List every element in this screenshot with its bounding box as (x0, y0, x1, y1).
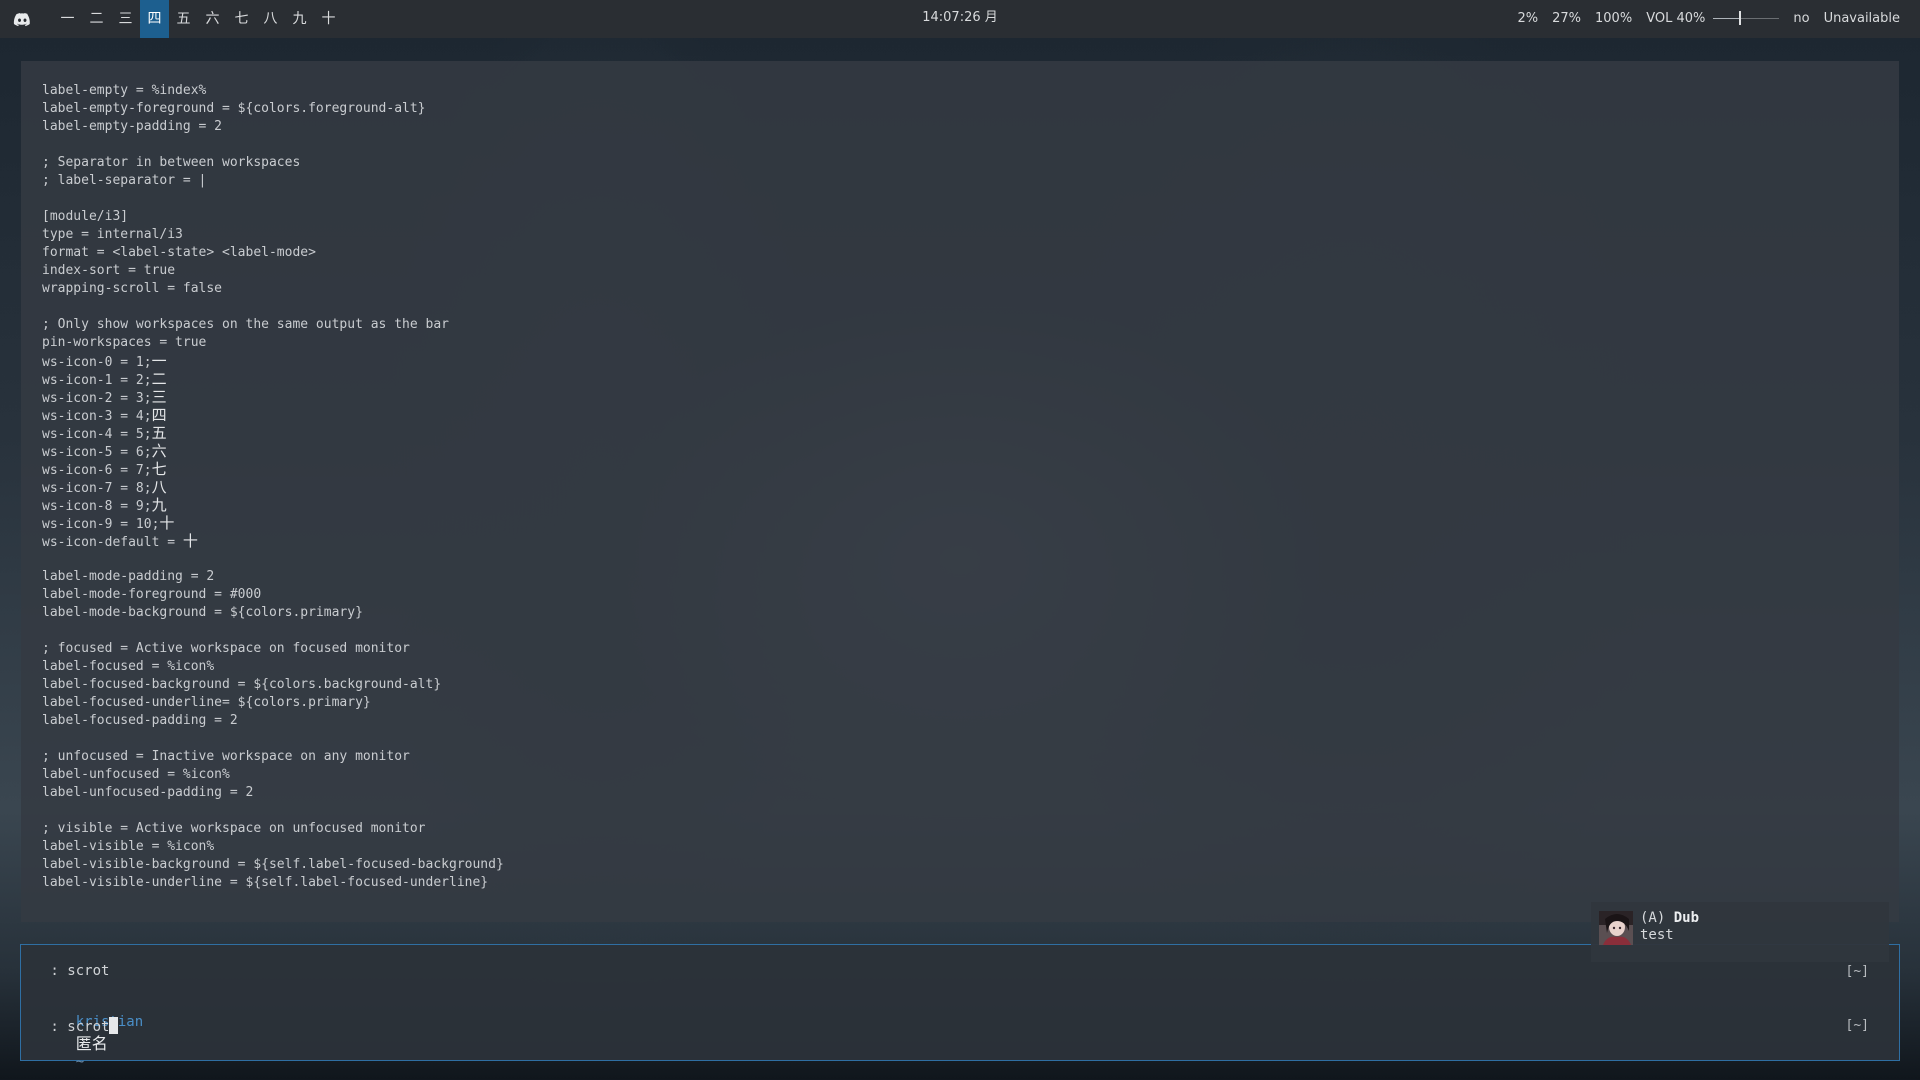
code-line: pin-workspaces = true (42, 335, 207, 350)
status-stat-3: 100% (1595, 10, 1633, 26)
code-line: label-visible = %icon% (42, 839, 215, 854)
code-line: ; unfocused = Inactive workspace on any … (42, 749, 410, 764)
code-line: label-focused = %icon% (42, 659, 215, 674)
code-line: label-unfocused-padding = 2 (42, 785, 254, 800)
code-line: label-empty-padding = 2 (42, 119, 223, 134)
code-line: label-empty = %index% (42, 83, 207, 98)
code-line: ws-icon-6 = 7;七 (42, 460, 167, 478)
code-line: ; visible = Active workspace on unfocuse… (42, 821, 426, 836)
code-line: ws-icon-1 = 2;二 (42, 370, 167, 388)
code-line: ws-icon-8 = 9;九 (42, 496, 167, 514)
code-line: type = internal/i3 (42, 227, 183, 242)
code-line: label-empty-foreground = ${colors.foregr… (42, 101, 426, 116)
editor-terminal[interactable]: label-empty = %index% label-empty-foregro… (21, 61, 1899, 922)
code-line: format = <label-state> <label-mode> (42, 245, 316, 260)
volume-label[interactable]: VOL 40% (1646, 11, 1705, 26)
status-extra: no (1793, 10, 1810, 26)
code-line: ws-icon-4 = 5;五 (42, 424, 167, 442)
code-line: label-visible-underline = ${self.label-f… (42, 875, 489, 890)
code-line: ws-icon-7 = 8;八 (42, 478, 167, 496)
volume-slider-knob[interactable] (1738, 11, 1741, 25)
code-line: label-mode-background = ${colors.primary… (42, 605, 363, 620)
code-line: ws-icon-9 = 10;十 (42, 514, 175, 532)
code-line: ws-icon-3 = 4;四 (42, 406, 167, 424)
code-line: label-focused-padding = 2 (42, 713, 238, 728)
shell-prompt: kristian 匿名 ~ (42, 998, 143, 1080)
code-line: ; focused = Active workspace on focused … (42, 641, 410, 656)
text-cursor (109, 1017, 119, 1034)
code-line: label-unfocused = %icon% (42, 767, 230, 782)
command-text: : scrot (42, 1019, 110, 1035)
top-bar: 一 二 三 四 五 六 七 八 九 十 14:07:26 月 2% 27% 10… (0, 0, 1920, 38)
notification-popup[interactable]: (A) Dub test (1591, 902, 1889, 962)
user-avatar-icon (1599, 911, 1633, 945)
volume-slider[interactable] (1713, 11, 1780, 25)
code-line: ; label-separator = | (42, 173, 207, 188)
code-line: ws-icon-5 = 6;六 (42, 442, 167, 460)
prompt-dir: ~ (75, 1054, 85, 1070)
history-command: : scrot (42, 963, 110, 979)
code-line: ws-icon-0 = 1;一 (42, 352, 167, 370)
status-area: 2% 27% 100% VOL 40% no Unavailable (1503, 0, 1900, 36)
config-file-content: label-empty = %index% label-empty-foregro… (42, 82, 504, 892)
command-dir-indicator: [~] (1845, 1018, 1869, 1033)
code-line: label-mode-foreground = #000 (42, 587, 262, 602)
prompt-host: 匿名 (75, 1034, 108, 1053)
notification-body: test (1640, 927, 1674, 943)
code-line: label-focused-background = ${colors.back… (42, 677, 442, 692)
code-line: ; Only show workspaces on the same outpu… (42, 317, 449, 332)
code-line: index-sort = true (42, 263, 176, 278)
code-line: label-visible-background = ${self.label-… (42, 857, 504, 872)
code-line: label-focused-underline= ${colors.primar… (42, 695, 371, 710)
code-line: ws-icon-default = 十 (42, 532, 198, 550)
network-status: Unavailable (1823, 10, 1900, 26)
code-line: ; Separator in between workspaces (42, 155, 301, 170)
command-input[interactable]: : scrot (42, 1017, 119, 1035)
status-stat-2: 27% (1552, 10, 1582, 26)
code-line: wrapping-scroll = false (42, 281, 223, 296)
code-line: label-mode-padding = 2 (42, 569, 215, 584)
status-stat-1: 2% (1517, 10, 1539, 26)
history-dir-indicator: [~] (1845, 964, 1869, 979)
code-line: [module/i3] (42, 209, 129, 224)
code-line: ws-icon-2 = 3;三 (42, 388, 167, 406)
notification-title: (A) Dub (1640, 910, 1700, 926)
